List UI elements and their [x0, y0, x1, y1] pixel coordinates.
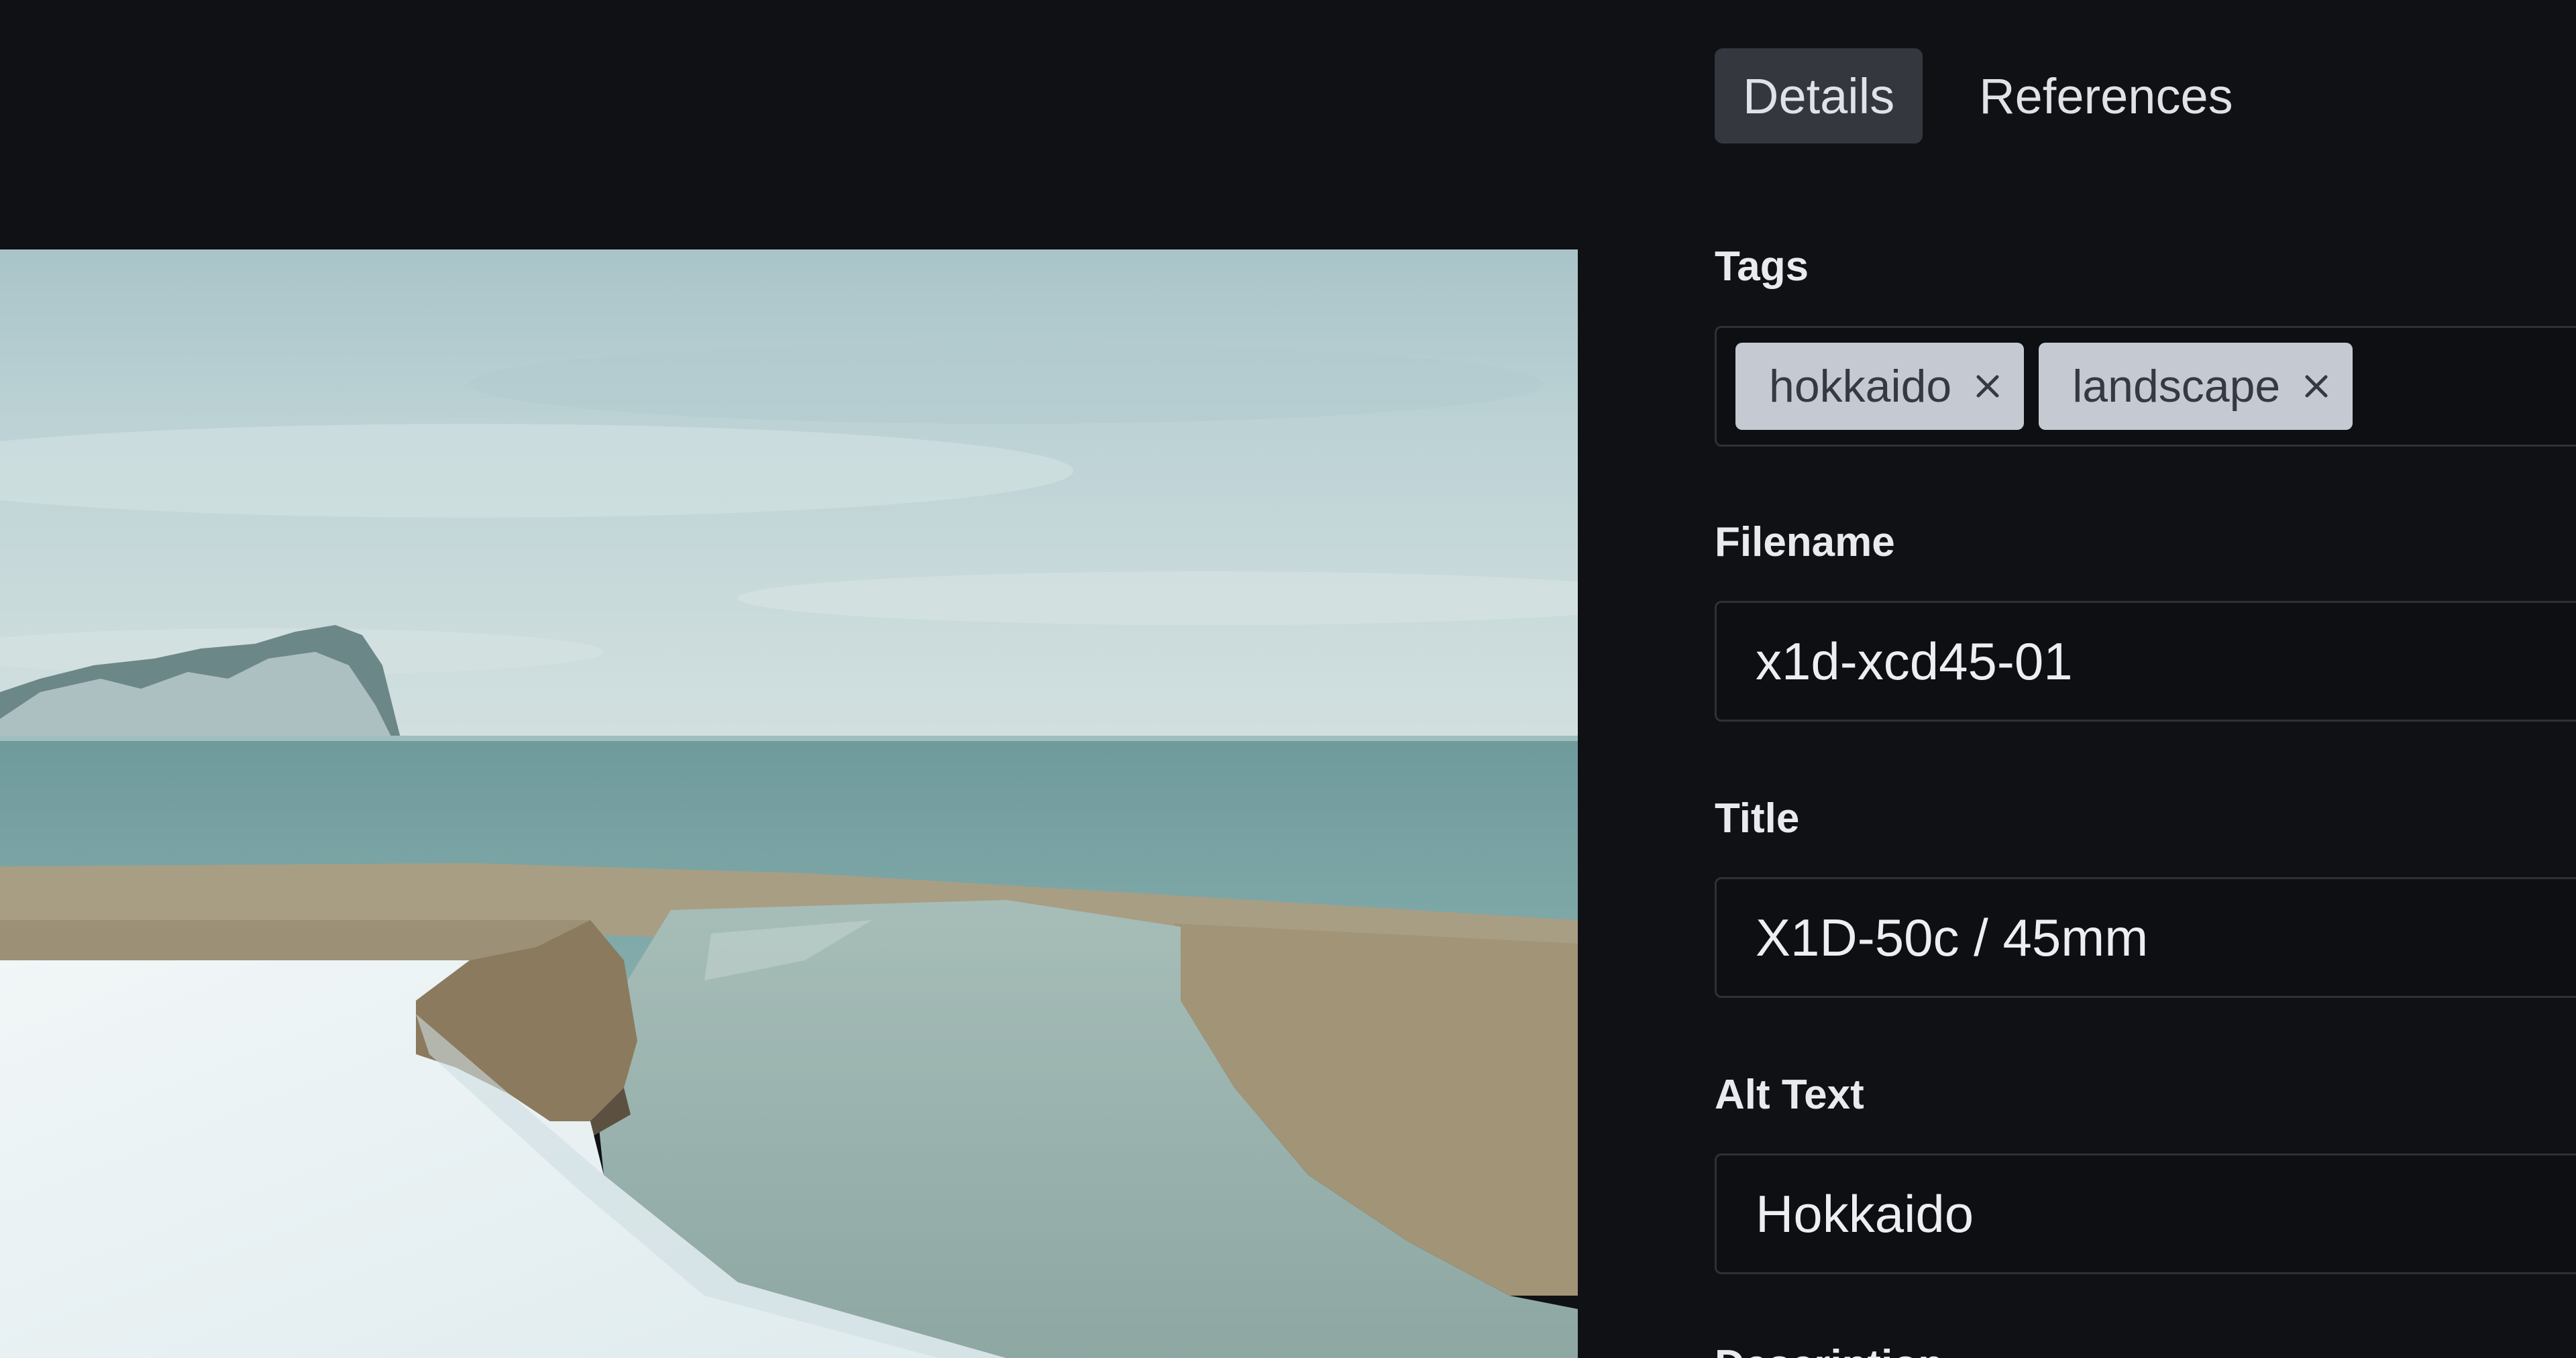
- panel-tabs: Details References: [1715, 48, 2261, 144]
- tag-landscape: landscape: [2039, 343, 2353, 430]
- tag-label: landscape: [2072, 361, 2281, 412]
- alt-text-field[interactable]: Hokkaido: [1715, 1153, 2576, 1274]
- alt-text-label: Alt Text: [1715, 1072, 1864, 1118]
- close-icon[interactable]: [1974, 373, 2001, 400]
- tags-label: Tags: [1715, 243, 1809, 290]
- landscape-photo: [0, 249, 1578, 1358]
- tag-hokkaido: hokkaido: [1735, 343, 2025, 430]
- close-icon[interactable]: [2303, 373, 2330, 400]
- tags-input[interactable]: hokkaido landscape: [1715, 326, 2576, 447]
- image-preview[interactable]: [0, 249, 1578, 1358]
- description-label: Description: [1715, 1341, 1943, 1358]
- asset-details-page: Details References Tags hokkaido landsca…: [0, 0, 2576, 1358]
- title-field[interactable]: X1D-50c / 45mm: [1715, 877, 2576, 998]
- title-label: Title: [1715, 795, 1800, 842]
- filename-field[interactable]: x1d-xcd45-01: [1715, 601, 2576, 722]
- tab-references[interactable]: References: [1951, 48, 2261, 144]
- tag-label: hokkaido: [1769, 361, 1952, 412]
- details-panel: Details References Tags hokkaido landsca…: [1715, 0, 2576, 1358]
- filename-label: Filename: [1715, 519, 1895, 565]
- tab-details[interactable]: Details: [1715, 48, 1923, 144]
